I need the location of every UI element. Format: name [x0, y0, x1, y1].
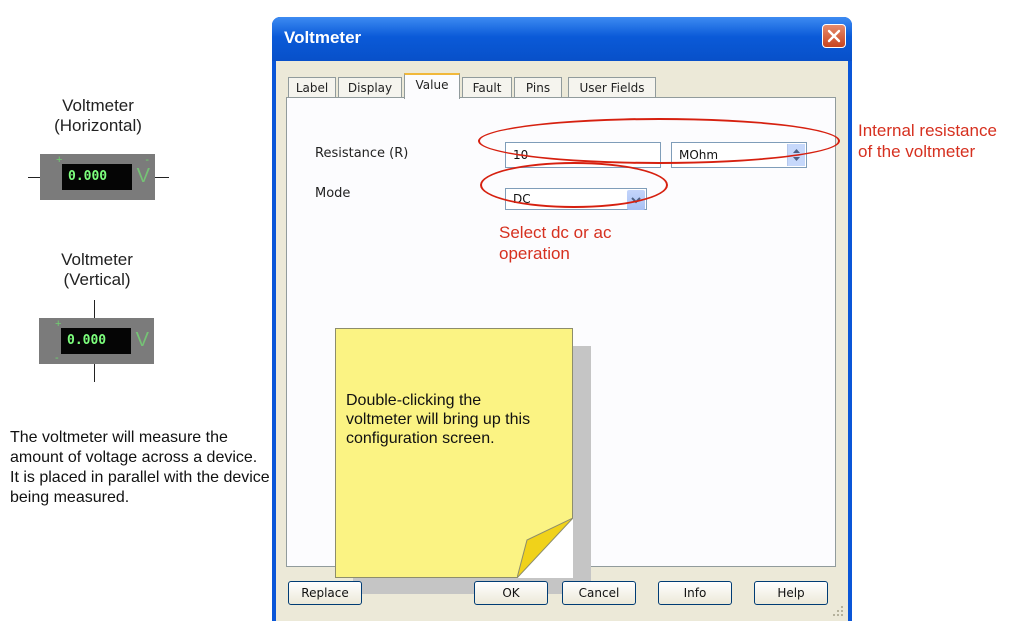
meter-display: 0.000 — [62, 164, 132, 190]
annotation-line: Internal resistance — [858, 121, 997, 140]
dialog-title: Voltmeter — [284, 28, 362, 47]
close-button[interactable] — [822, 24, 846, 48]
left-lead — [28, 177, 40, 178]
annotation-line: of the voltmeter — [858, 142, 976, 161]
title-bar[interactable]: Voltmeter — [272, 17, 852, 61]
tab-pins[interactable]: Pins — [514, 77, 562, 97]
voltmeter-dialog: Voltmeter Label Display Value Fault Pins… — [272, 17, 852, 621]
bottom-lead — [94, 364, 95, 382]
tab-display[interactable]: Display — [338, 77, 402, 97]
minus-terminal: - — [55, 352, 59, 364]
annotation-line: operation — [499, 244, 570, 263]
resistance-annotation: Internal resistance of the voltmeter — [858, 120, 997, 162]
tab-fault[interactable]: Fault — [462, 77, 512, 97]
horizontal-caption: Voltmeter (Horizontal) — [3, 96, 193, 136]
sticky-note: Double-clicking the voltmeter will bring… — [335, 328, 573, 578]
description-text: The voltmeter will measure the amount of… — [10, 429, 270, 506]
caption-line: Voltmeter — [61, 250, 133, 269]
mode-label: Mode — [315, 186, 351, 201]
voltmeter-horizontal: + 0.000 - V — [40, 154, 155, 200]
resistance-highlight-oval — [478, 118, 840, 164]
mode-highlight-oval — [480, 162, 668, 208]
caption-line: (Horizontal) — [54, 116, 142, 135]
top-lead — [94, 300, 95, 318]
tab-user-fields[interactable]: User Fields — [568, 77, 656, 97]
mode-annotation: Select dc or ac operation — [499, 222, 611, 264]
page-curl-icon — [517, 518, 573, 578]
caption-line: Voltmeter — [62, 96, 134, 115]
sticky-note-text: Double-clicking the voltmeter will bring… — [346, 392, 531, 447]
tab-label[interactable]: Label — [288, 77, 336, 97]
voltmeter-vertical: + 0.000 - V — [39, 318, 154, 364]
resistance-label: Resistance (R) — [315, 146, 409, 161]
close-icon — [827, 29, 841, 43]
resize-grip-icon[interactable] — [832, 605, 844, 617]
annotation-line: Select dc or ac — [499, 223, 612, 242]
unit-label: V — [136, 165, 150, 187]
caption-line: (Vertical) — [63, 270, 131, 289]
cancel-button[interactable]: Cancel — [562, 581, 636, 605]
info-button[interactable]: Info — [658, 581, 732, 605]
help-button[interactable]: Help — [754, 581, 828, 605]
tab-value[interactable]: Value — [404, 73, 460, 99]
replace-button[interactable]: Replace — [288, 581, 362, 605]
meter-display: 0.000 — [61, 328, 131, 354]
ok-button[interactable]: OK — [474, 581, 548, 605]
vertical-caption: Voltmeter (Vertical) — [2, 250, 192, 290]
unit-label: V — [135, 329, 149, 351]
right-lead — [155, 177, 169, 178]
